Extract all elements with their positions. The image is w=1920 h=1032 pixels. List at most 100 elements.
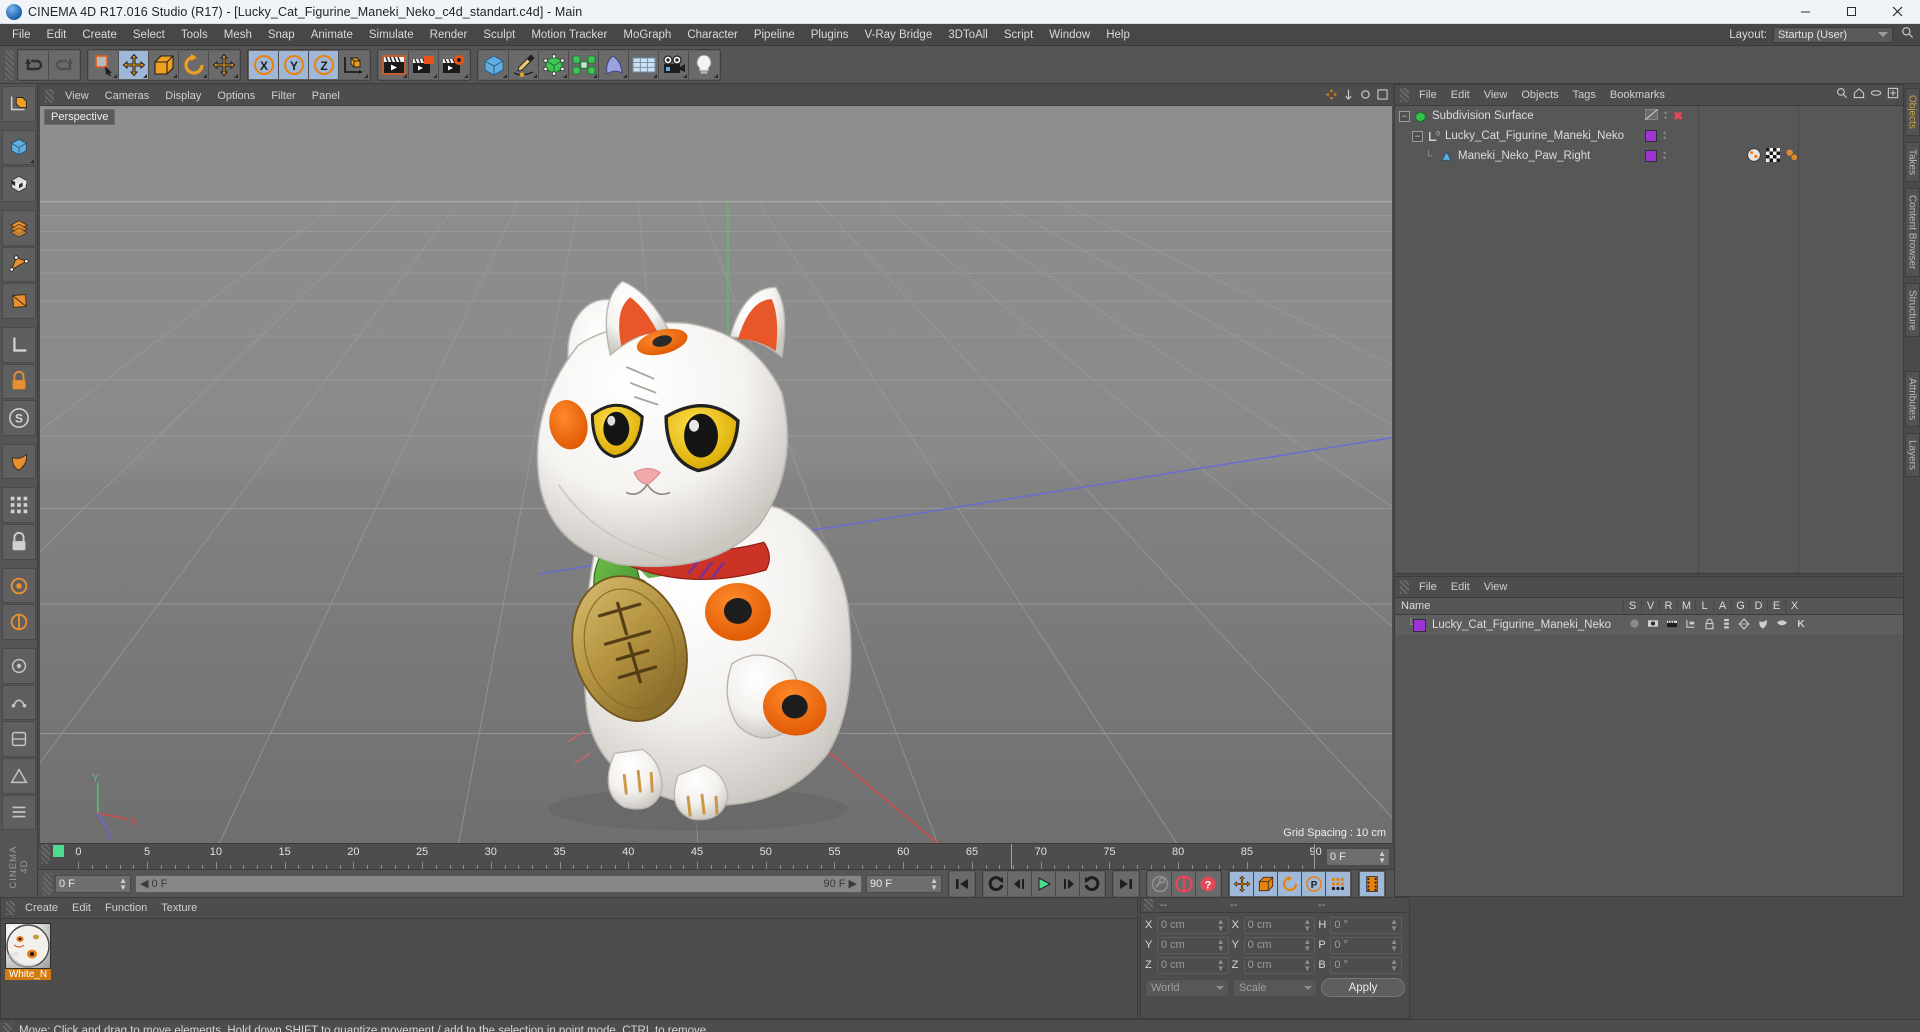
close-icon[interactable]: ✖ [1673,109,1683,123]
dock-tab-structure[interactable]: Structure [1904,282,1920,338]
table-row[interactable]: └ Lucky_Cat_Figurine_Maneki_Neko K [1395,615,1903,635]
autokeying-button[interactable] [1172,871,1196,896]
attr-menu-view[interactable]: View [1477,580,1515,594]
uvw-tag[interactable] [1766,147,1780,165]
tool-lock-workplane[interactable] [1,524,36,560]
search-icon[interactable] [1836,86,1848,104]
dock-tab-takes[interactable]: Takes [1904,141,1920,183]
add-mograph-button[interactable] [569,50,599,79]
attribute-list-body[interactable]: └ Lucky_Cat_Figurine_Maneki_Neko K [1395,615,1903,896]
viewport-menu-view[interactable]: View [57,89,97,103]
object-row[interactable]: − Subdivision Surface • • ✖ [1395,106,1698,126]
x-axis-lock[interactable]: X [249,50,279,79]
deformer-icon[interactable] [1757,618,1769,633]
object-tree[interactable]: − Subdivision Surface • • ✖ −0 Lucky_Cat_Figur… [1395,106,1903,573]
stepper-icon[interactable]: ▲ ▼ [930,876,938,891]
tool-layer-e[interactable] [1,794,36,831]
lock-icon[interactable] [1704,618,1715,633]
menu-v-ray-bridge[interactable]: V-Ray Bridge [856,27,940,43]
range-right-arrow-icon[interactable]: ▶ [849,877,857,890]
timeline-playhead[interactable] [1011,844,1013,869]
menu-help[interactable]: Help [1098,27,1138,43]
object-menu-bookmarks[interactable]: Bookmarks [1603,88,1672,102]
menu-mesh[interactable]: Mesh [216,27,260,43]
toolbar-grip[interactable] [5,49,14,80]
xpresso-icon[interactable]: K [1795,618,1807,633]
object-row[interactable]: └ Maneki_Neko_Paw_Right • • [1395,146,1798,166]
tool-polygons-mode[interactable] [1,283,36,319]
attr-menu-edit[interactable]: Edit [1444,580,1477,594]
add-camera-button[interactable] [659,50,689,79]
manager-icon[interactable] [1685,618,1697,632]
menu-pipeline[interactable]: Pipeline [746,27,803,43]
visibility-icon[interactable] [1647,618,1659,632]
previous-keyframe-button[interactable] [984,871,1008,896]
menu-edit[interactable]: Edit [39,27,75,43]
coord-position-field-1[interactable]: 0 cm ▲ ▼ [1157,936,1229,954]
render-to-picture-viewer-button[interactable] [409,50,439,79]
material-manager-grip[interactable] [6,901,15,915]
minimize-button[interactable] [1782,0,1828,24]
material-menu-edit[interactable]: Edit [65,901,98,915]
object-tree-rows[interactable]: − Subdivision Surface • • ✖ −0 Lucky_Cat_Figur… [1395,106,1798,573]
menu-motion-tracker[interactable]: Motion Tracker [523,27,615,43]
tool-edges-mode[interactable] [1,246,36,283]
param-key-toggle[interactable]: P [1302,871,1326,896]
transport-grip[interactable] [43,872,52,895]
render-icon[interactable] [1666,618,1678,632]
menu-animate[interactable]: Animate [303,27,361,43]
preview-range-slider[interactable]: ◀ 0 F 90 F ▶ [135,874,862,893]
viewport-maximize-icon[interactable] [1377,87,1388,105]
menu-character[interactable]: Character [679,27,746,43]
timeline-ruler[interactable]: 0 5 10 15 20 25 30 35 40 45 50 55 60 65 70 75 80 85 90 [53,844,1322,869]
step-forward-button[interactable] [1056,871,1080,896]
tool-viewport-solo-alt[interactable] [1,604,36,641]
layout-select[interactable]: Startup (User) [1773,26,1893,43]
material-sphere-icon[interactable] [5,923,51,969]
rotation-key-toggle[interactable] [1278,871,1302,896]
tool-model-mode[interactable] [1,129,36,166]
world-object-coord-toggle[interactable] [339,50,369,79]
close-button[interactable] [1874,0,1920,24]
phong-tag[interactable] [1785,148,1799,165]
menu-mograph[interactable]: MoGraph [615,27,679,43]
viewport-menu-panel[interactable]: Panel [304,89,348,103]
coord-size-field-1[interactable]: 0 cm ▲ ▼ [1243,936,1316,954]
undo-button[interactable] [19,50,49,79]
live-selection-tool[interactable] [89,50,119,79]
step-back-button[interactable] [1008,871,1032,896]
stepper-icon[interactable]: ▲ ▼ [1217,958,1225,973]
material-menu-function[interactable]: Function [98,901,154,915]
object-menu-view[interactable]: View [1477,88,1515,102]
stepper-icon[interactable]: ▲ ▼ [1390,918,1398,933]
stepper-icon[interactable]: ▲ ▼ [1378,849,1386,864]
add-primitive-cube-button[interactable] [479,50,509,79]
menu-render[interactable]: Render [422,27,476,43]
tool-layer-b[interactable] [1,684,36,721]
layer-color-swatch[interactable] [1413,618,1426,632]
layer-color-swatch[interactable] [1645,130,1657,142]
timeline-playhead[interactable] [1314,844,1316,869]
timeline-grip[interactable] [41,844,50,864]
viewport-zoom-icon[interactable] [1343,87,1354,105]
apply-button[interactable]: Apply [1321,978,1405,997]
material-tag[interactable] [1747,147,1761,165]
next-keyframe-button[interactable] [1080,871,1104,896]
go-to-start-button[interactable] [950,871,974,896]
object-menu-edit[interactable]: Edit [1444,88,1477,102]
z-axis-lock[interactable]: Z [309,50,339,79]
tool-enable-axis[interactable] [1,326,36,363]
tool-layer-d[interactable] [1,757,36,794]
viewport-menu-display[interactable]: Display [157,89,209,103]
add-scene-object-button[interactable] [629,50,659,79]
menu-file[interactable]: File [4,27,39,43]
add-spline-pen-button[interactable] [509,50,539,79]
tool-viewport-solo[interactable] [1,567,36,604]
tool-workplane[interactable] [1,443,36,480]
stepper-icon[interactable]: ▲ ▼ [1303,938,1311,953]
viewport-menu-filter[interactable]: Filter [263,89,303,103]
stepper-icon[interactable]: ▲ ▼ [119,876,127,891]
tool-snap-settings[interactable]: S [1,400,36,436]
disabled-slash-icon[interactable] [1645,109,1658,123]
coord-position-field-0[interactable]: 0 cm ▲ ▼ [1157,916,1229,934]
